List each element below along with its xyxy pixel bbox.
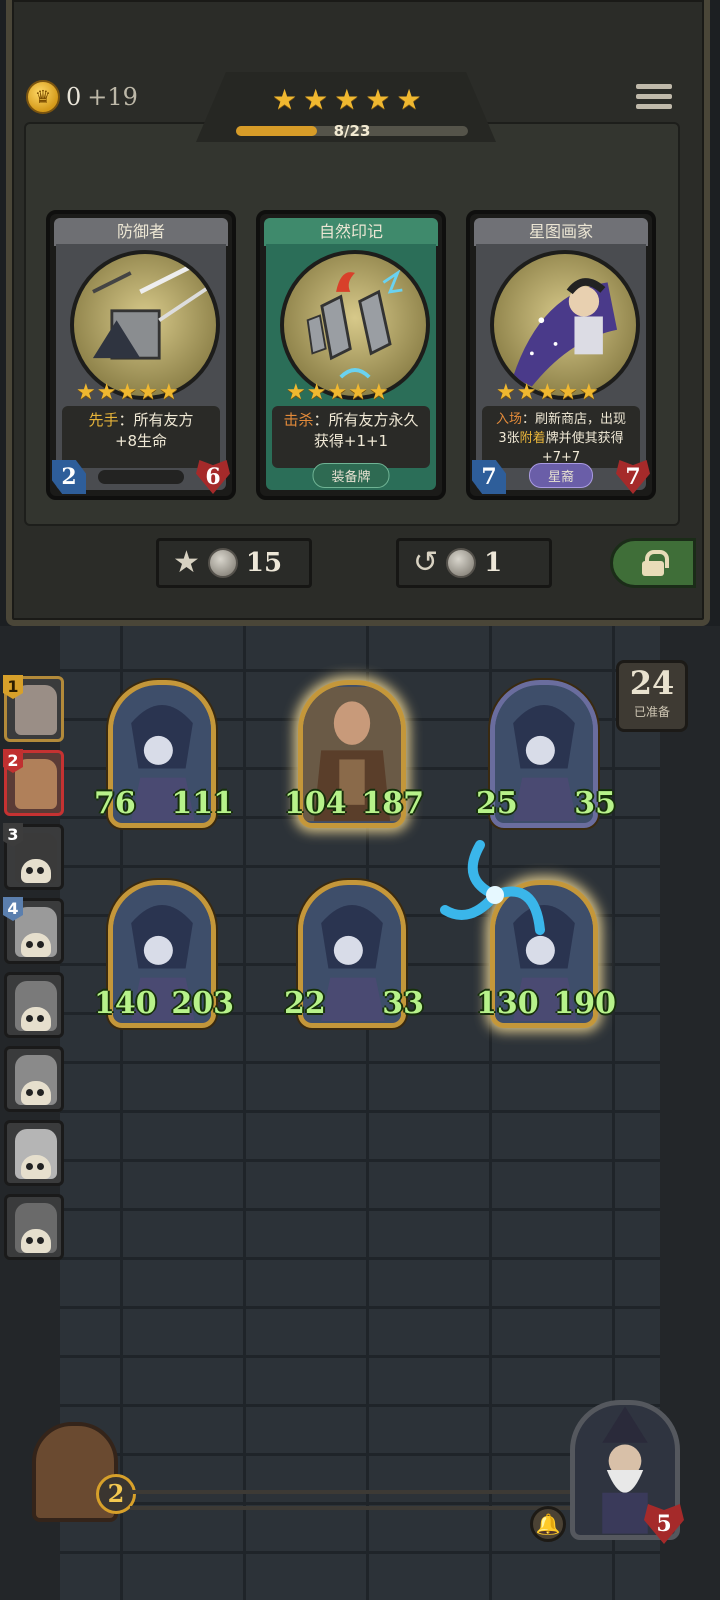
board-minion[interactable]: 76 111: [94, 676, 234, 828]
gold-display: ♛ 0 +19: [26, 80, 138, 114]
menu-line-icon: [636, 104, 672, 109]
card-portrait: [280, 250, 430, 400]
minion-attack: 104: [284, 786, 347, 821]
minion-health: 203: [171, 986, 234, 1021]
minion-attack: 76: [94, 786, 136, 821]
skull-icon: [21, 1007, 51, 1031]
shop-card-defender[interactable]: 防御者 ★ ★ ★ ★ ★ 先手：所有友方 +8生命 2 6: [46, 210, 236, 500]
opponent-slot[interactable]: 1: [3, 675, 64, 742]
card-name: 星图画家: [474, 218, 648, 246]
card-text-line: ：所有友方: [118, 411, 194, 429]
ready-counter: 24 已准备: [616, 660, 688, 732]
upgrade-tavern-button[interactable]: ★ 15: [156, 538, 312, 588]
lock-shop-button[interactable]: [610, 538, 696, 588]
card-text-line: 牌并使其获得: [545, 431, 624, 446]
opponent-slot[interactable]: [4, 1120, 64, 1186]
board-minion[interactable]: 104 187: [284, 676, 424, 828]
coin-icon: [207, 548, 238, 578]
bell-icon[interactable]: 🔔: [530, 1506, 566, 1542]
menu-line-icon: [636, 94, 672, 99]
card-tag: 装备牌: [312, 463, 390, 488]
card-keyword: 附着: [519, 431, 546, 446]
card-text-line: 3张: [498, 431, 520, 446]
opponent-slot[interactable]: 3: [3, 823, 64, 890]
board-minion[interactable]: 140 203: [94, 876, 234, 1028]
lock-icon: [642, 550, 669, 576]
board-minion[interactable]: 25 35: [476, 676, 616, 828]
tavern-tier-stars: ★ ★ ★ ★ ★: [272, 86, 422, 114]
card-stars: ★ ★ ★ ★ ★: [286, 380, 389, 405]
minion-attack: 140: [94, 986, 157, 1021]
skull-icon: [21, 859, 51, 883]
skull-icon: [21, 933, 51, 957]
refresh-shop-button[interactable]: ↺ 1: [396, 538, 552, 588]
card-description: 击杀：所有友方永久 获得+1+1: [272, 406, 430, 468]
opponent-slot[interactable]: [4, 1194, 64, 1260]
skull-icon: [21, 1081, 51, 1105]
card-tag-empty: [98, 470, 184, 484]
card-name: 自然印记: [264, 218, 438, 246]
star-up-icon: ★: [173, 545, 200, 580]
minion-health: 33: [382, 986, 424, 1021]
card-keyword: 入场: [495, 412, 522, 427]
crown-coin-icon: ♛: [26, 80, 60, 114]
skull-icon: [21, 1229, 51, 1253]
ready-count: 24: [629, 664, 675, 702]
refresh-cost: 1: [484, 548, 503, 578]
opponent-slot[interactable]: [4, 972, 64, 1038]
shop-card-nature-mark[interactable]: 自然印记 ★ ★ ★ ★ ★ 击杀：所有友方永久 获得+1+1 装备牌: [256, 210, 446, 500]
xp-progress-text: 8/23: [333, 122, 371, 140]
minion-health: 35: [574, 786, 616, 821]
gold-income: +19: [87, 83, 138, 111]
minion-attack: 22: [284, 986, 326, 1021]
card-text-line: ：刷新商店，出现: [522, 412, 627, 427]
star-icon: ★: [303, 83, 329, 116]
minion-health: 190: [553, 986, 616, 1021]
minion-attack: 130: [476, 986, 539, 1021]
star-icon: ★: [365, 83, 391, 116]
opponent-slot[interactable]: 4: [3, 897, 64, 964]
card-portrait: [70, 250, 220, 400]
menu-line-icon: [636, 84, 672, 89]
minion-health: 187: [361, 786, 424, 821]
card-description: 先手：所有友方 +8生命: [62, 406, 220, 468]
card-keyword: 先手: [88, 411, 119, 429]
card-tag: 星裔: [528, 463, 594, 488]
menu-button[interactable]: [636, 84, 672, 116]
bottom-rail: [130, 1490, 570, 1510]
card-stars: ★ ★ ★ ★ ★: [76, 380, 179, 405]
star-icon: ★: [334, 83, 360, 116]
card-stars: ★ ★ ★ ★ ★: [496, 380, 599, 405]
refresh-icon: ↺: [413, 545, 439, 580]
ready-label: 已准备: [633, 705, 670, 719]
card-text-line: ：所有友方永久: [313, 411, 419, 429]
card-portrait: [490, 250, 640, 400]
minion-attack: 25: [476, 786, 518, 821]
star-icon: ★: [396, 83, 422, 116]
card-name: 防御者: [54, 218, 228, 246]
board-minion[interactable]: 22 33: [284, 876, 424, 1028]
coin-icon: [446, 548, 477, 578]
minion-health: 111: [171, 786, 234, 821]
card-text-line: +8生命: [114, 432, 168, 450]
opponent-slot[interactable]: 2: [3, 749, 64, 816]
card-keyword: 击杀: [283, 411, 314, 429]
treasure-chest-button[interactable]: 2: [14, 1412, 136, 1532]
shop-card-star-painter[interactable]: 星图画家 ★ ★ ★ ★ ★ 入场：刷新商店，出现 3张附着牌并使其获得 +7+7 星裔…: [466, 210, 656, 500]
swirl-effect-icon: [440, 840, 545, 935]
card-description: 入场：刷新商店，出现 3张附着牌并使其获得 +7+7: [482, 406, 640, 468]
skull-icon: [21, 1155, 51, 1179]
card-text-line: 获得+1+1: [313, 432, 389, 450]
gold-amount: 0: [66, 83, 82, 111]
opponent-slot[interactable]: [4, 1046, 64, 1112]
upgrade-cost: 15: [245, 548, 283, 578]
star-icon: ★: [272, 83, 298, 116]
